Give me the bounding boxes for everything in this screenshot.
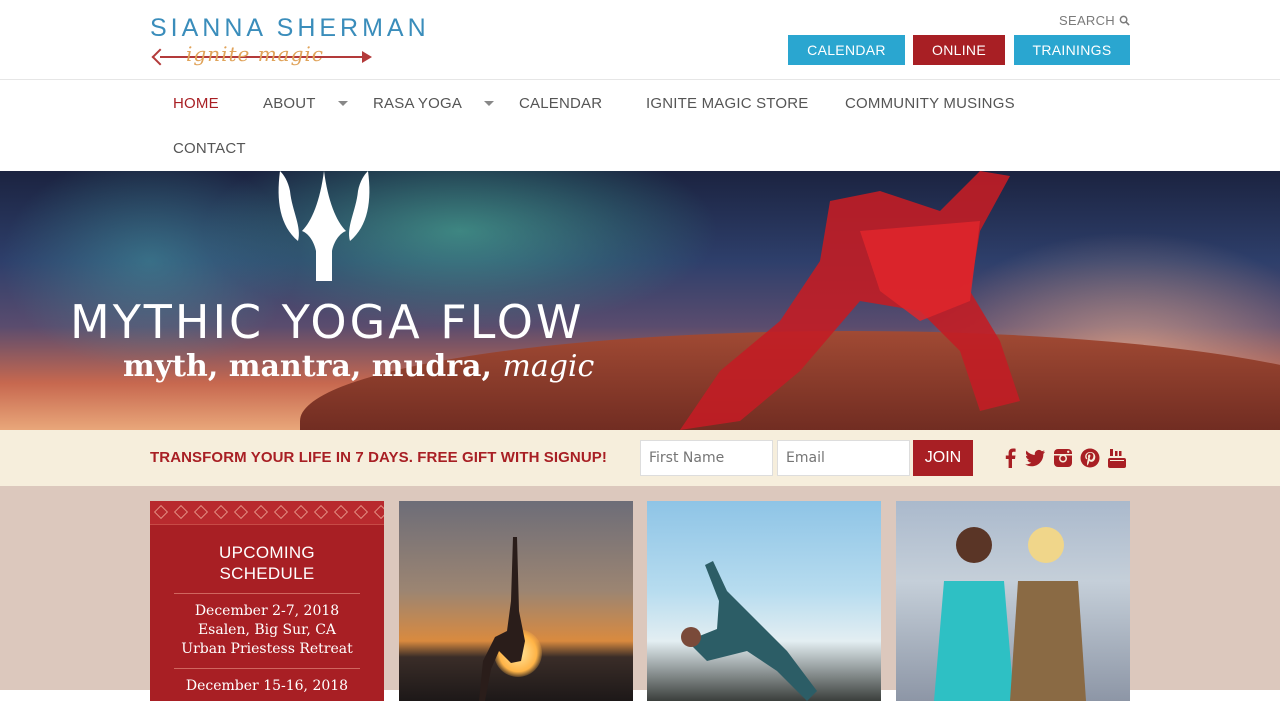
nav-item-ignite-magic-store[interactable]: IGNITE MAGIC STORE (646, 93, 809, 113)
schedule-title: UPCOMING SCHEDULE (150, 542, 384, 584)
nav-item-label: COMMUNITY MUSINGS (845, 94, 1015, 112)
nav-item-label: IGNITE MAGIC STORE (646, 94, 809, 112)
upcoming-schedule-card: UPCOMING SCHEDULE December 2-7, 2018 Esa… (150, 501, 384, 701)
trident-logo-icon (278, 171, 370, 281)
schedule-title-line2: SCHEDULE (219, 564, 315, 583)
schedule-entry[interactable]: December 15-16, 2018 (150, 677, 384, 696)
youtube-icon[interactable] (1106, 446, 1128, 470)
nav-item-label: HOME (173, 94, 219, 112)
search-link[interactable]: SEARCH (1059, 13, 1130, 28)
nav-item-calendar[interactable]: CALENDAR (519, 93, 602, 113)
site-header: SIANNA SHERMAN ignite magic SEARCH CALEN… (0, 0, 1280, 80)
join-button[interactable]: JOIN (913, 440, 973, 476)
logo-tagline: ignite magic (186, 42, 324, 66)
photo-card-beach-pose[interactable] (647, 501, 881, 701)
signup-headline: TRANSFORM YOUR LIFE IN 7 DAYS. FREE GIFT… (150, 449, 607, 466)
search-label: SEARCH (1059, 13, 1115, 28)
nav-item-about[interactable]: ABOUT (263, 93, 348, 113)
instagram-icon[interactable] (1052, 446, 1074, 470)
yogi-silhouette (479, 537, 525, 701)
schedule-title-line1: UPCOMING (219, 543, 315, 562)
nav-item-label: CALENDAR (519, 94, 603, 112)
site-logo[interactable]: SIANNA SHERMAN ignite magic (150, 14, 430, 72)
chevron-down-icon (337, 100, 348, 106)
search-icon (1119, 15, 1130, 26)
trainings-button[interactable]: TRAININGS (1014, 35, 1130, 65)
people-figures (934, 527, 1086, 701)
email-field[interactable] (777, 440, 910, 476)
online-button[interactable]: ONLINE (913, 35, 1005, 65)
hero-banner[interactable]: MYTHIC YOGA FLOW myth, mantra, mudra, ma… (0, 171, 1280, 430)
nav-item-community-musings[interactable]: COMMUNITY MUSINGS (845, 93, 1015, 113)
nav-item-home[interactable]: HOME (173, 93, 219, 113)
divider (174, 593, 360, 594)
nav-item-contact[interactable]: CONTACT (173, 138, 246, 158)
facebook-icon[interactable] (1000, 446, 1022, 470)
nav-item-label: CONTACT (173, 139, 246, 157)
schedule-location: Esalen, Big Sur, CA (197, 622, 337, 638)
twitter-icon[interactable] (1024, 446, 1046, 470)
first-name-field[interactable] (640, 440, 773, 476)
photo-card-sunset-backbend[interactable] (399, 501, 633, 701)
hero-title: MYTHIC YOGA FLOW (70, 295, 585, 349)
hero-yogi-figure (680, 171, 1020, 430)
main-nav: HOME ABOUT RASA YOGA CALENDAR IGNITE MAG… (0, 81, 1280, 171)
content-area: UPCOMING SCHEDULE December 2-7, 2018 Esa… (0, 486, 1280, 701)
hero-subtitle-script: magic (502, 349, 595, 384)
decorative-border (150, 501, 384, 525)
chevron-down-icon (484, 100, 495, 106)
schedule-event: Urban Priestess Retreat (181, 641, 353, 657)
photo-card-two-women[interactable] (896, 501, 1130, 701)
hero-subtitle: myth, mantra, mudra, magic (123, 349, 594, 384)
nav-item-rasa-yoga[interactable]: RASA YOGA (373, 93, 495, 113)
logo-tagline-group: ignite magic (150, 42, 390, 70)
yogi-figure (681, 561, 817, 701)
divider (174, 668, 360, 669)
pinterest-icon[interactable] (1079, 446, 1101, 470)
calendar-button[interactable]: CALENDAR (788, 35, 905, 65)
schedule-dates: December 2-7, 2018 (194, 603, 340, 619)
schedule-entry[interactable]: December 2-7, 2018 Esalen, Big Sur, CA U… (150, 602, 384, 659)
schedule-dates: December 15-16, 2018 (185, 678, 349, 694)
logo-name: SIANNA SHERMAN (150, 14, 430, 42)
nav-item-label: ABOUT (263, 94, 316, 112)
signup-bar: TRANSFORM YOUR LIFE IN 7 DAYS. FREE GIFT… (0, 430, 1280, 486)
nav-item-label: RASA YOGA (373, 94, 463, 112)
arrow-head-icon (362, 51, 372, 63)
hero-subtitle-text: myth, mantra, mudra, (123, 349, 492, 384)
